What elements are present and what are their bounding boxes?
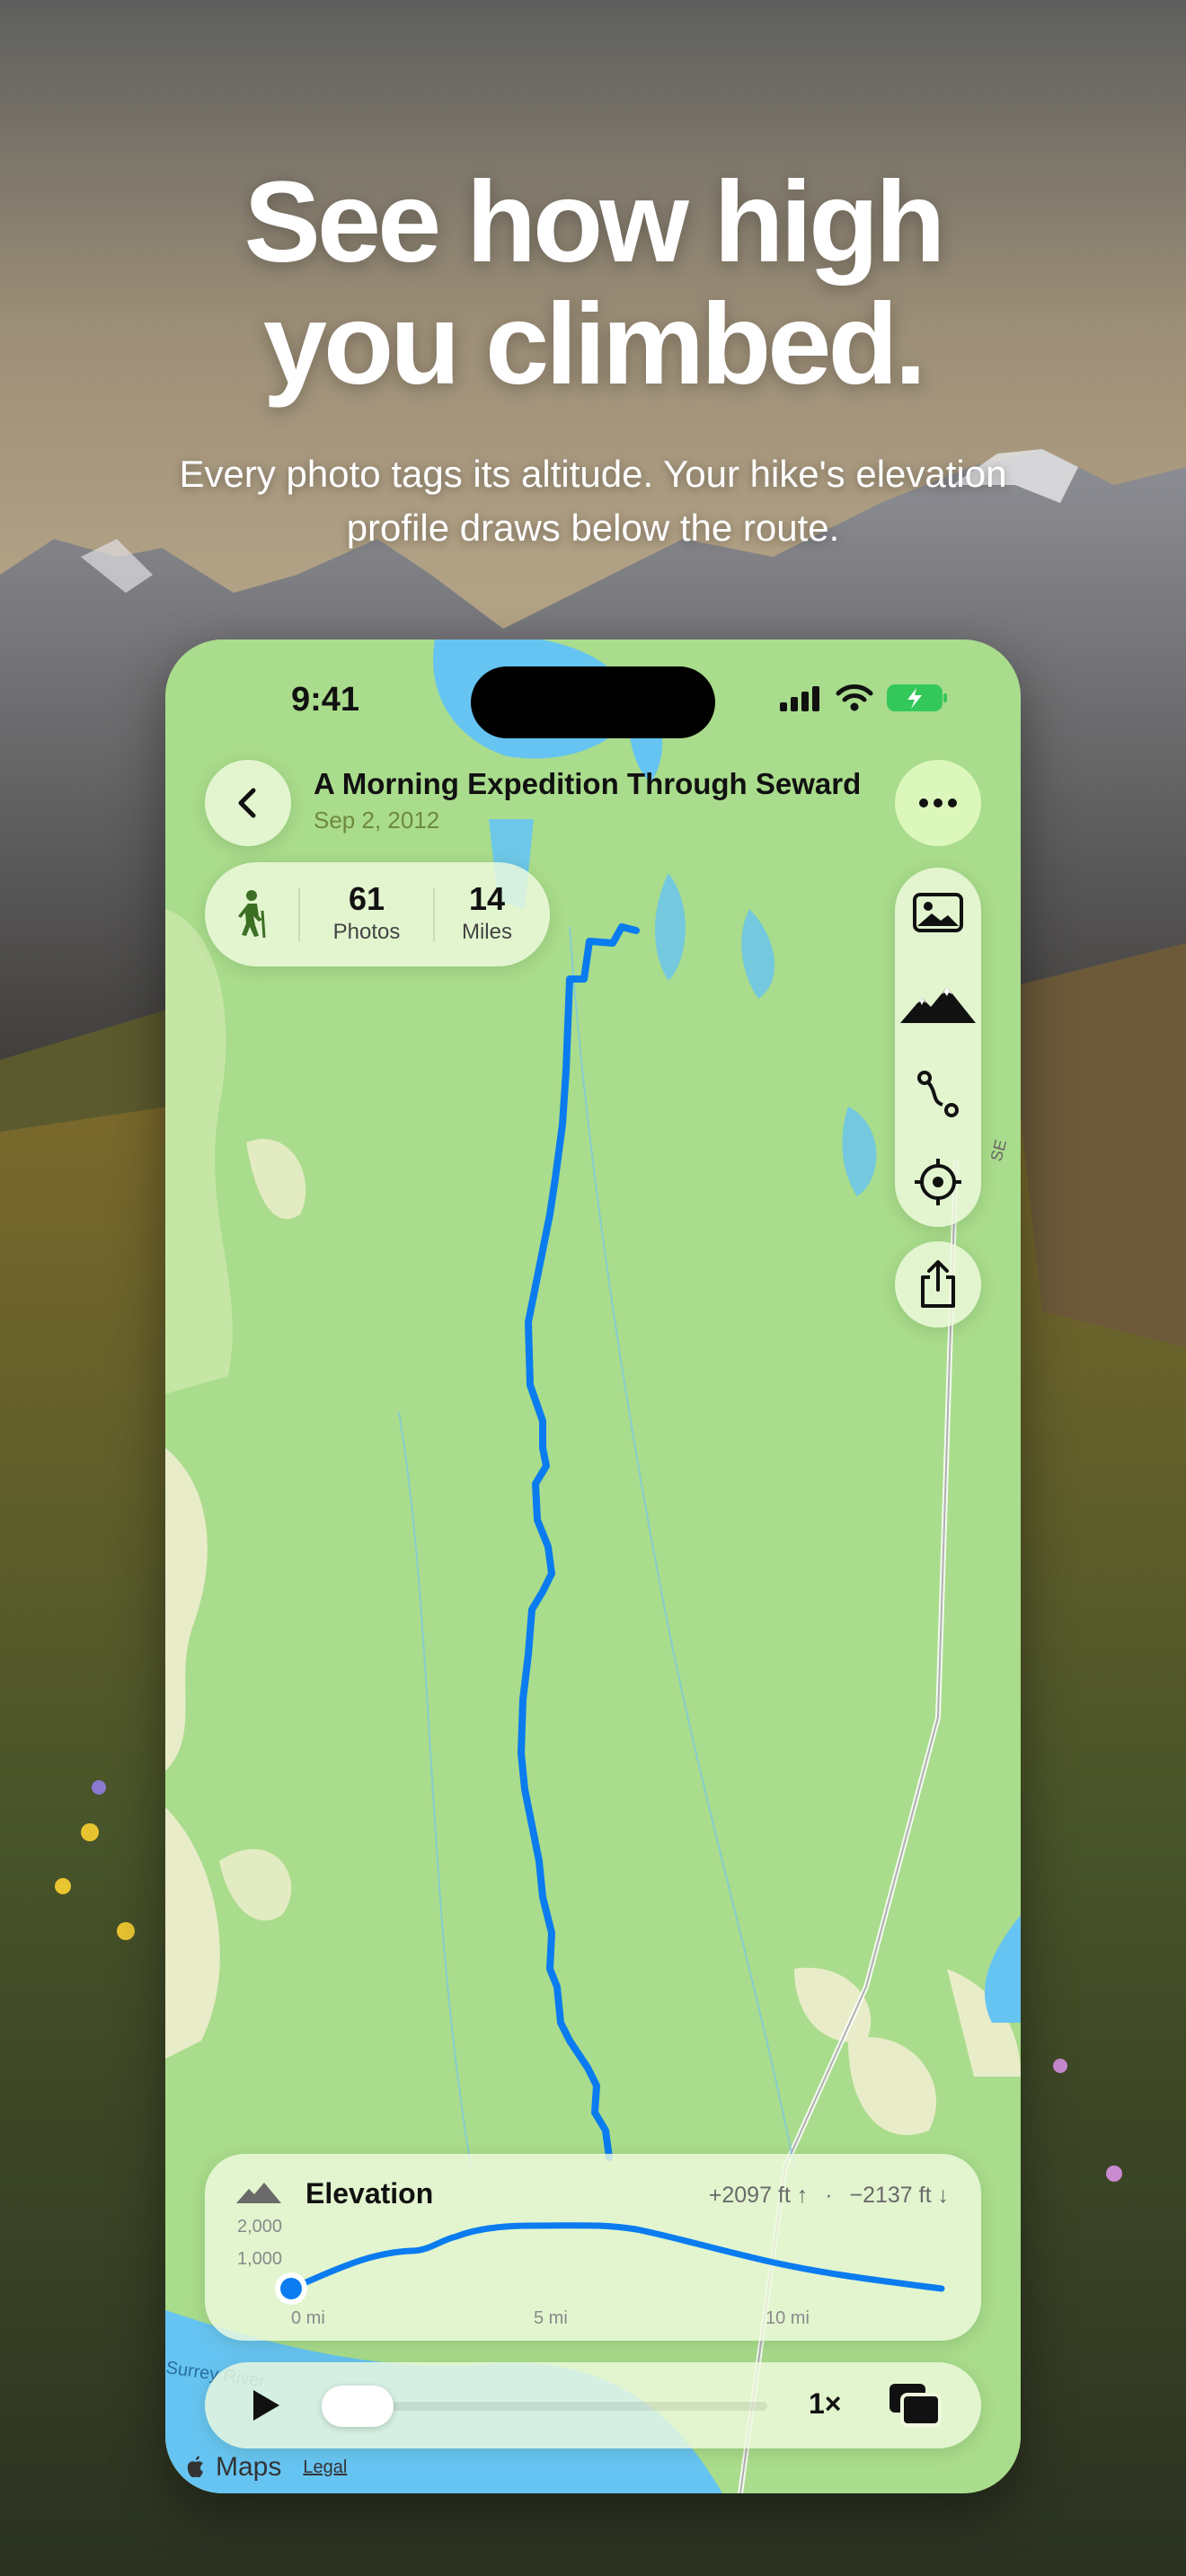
ellipsis-icon: [919, 798, 957, 807]
mountains-icon: [900, 987, 976, 1023]
headline-line-2: you climbed.: [262, 280, 926, 409]
back-button[interactable]: [205, 760, 291, 846]
cellular-signal-icon: [780, 686, 819, 711]
miles-count: 14: [468, 880, 506, 917]
play-icon: [253, 2390, 279, 2421]
play-button[interactable]: [243, 2382, 289, 2429]
subhead-line-1: Every photo tags its altitude. Your hike…: [179, 453, 1007, 495]
hiker-icon: [238, 890, 266, 938]
map-tools: [895, 868, 981, 1227]
share-button[interactable]: [895, 1241, 981, 1328]
chevron-left-icon: [238, 788, 256, 818]
subhead-line-2: profile draws below the route.: [346, 507, 840, 549]
route-toggle-button[interactable]: [895, 1051, 981, 1137]
status-bar: 9:41: [165, 640, 1021, 765]
playback-scrubber-knob[interactable]: [322, 2386, 394, 2427]
elevation-panel[interactable]: Elevation +2097 ft ↑ · −2137 ft ↓ 2,000 …: [205, 2154, 981, 2341]
photos-label: Photos: [332, 920, 401, 944]
stats-divider: [433, 887, 435, 941]
status-time: 9:41: [291, 681, 360, 719]
stats-divider: [298, 887, 300, 941]
status-icons: [780, 683, 949, 713]
photo-icon: [913, 893, 963, 932]
battery-charging-icon: [887, 684, 947, 711]
dynamic-island: [471, 666, 715, 738]
photos-count: 61: [348, 880, 385, 917]
headline-line-1: See how high: [243, 158, 946, 287]
locate-button[interactable]: [895, 1139, 981, 1225]
trip-stats-pill: 61 Photos 14 Miles: [205, 862, 550, 966]
hero-subhead: Every photo tags its altitude. Your hike…: [126, 447, 1060, 555]
wifi-icon: [836, 684, 873, 711]
route-icon: [917, 1071, 959, 1117]
more-button[interactable]: [895, 760, 981, 846]
phone-frame: Surrey River SE 9:41 A Morning Expeditio…: [165, 640, 1021, 2493]
share-icon: [921, 1260, 955, 1308]
map-attribution: Maps Legal: [185, 2452, 347, 2483]
crosshair-locate-icon: [915, 1159, 961, 1205]
photo-cards-icon[interactable]: [888, 2382, 942, 2429]
trip-date: Sep 2, 2012: [314, 807, 440, 834]
legal-link[interactable]: Legal: [303, 2457, 347, 2478]
playback-bar: 1×: [205, 2362, 981, 2448]
hero-headline: See how high you climbed.: [0, 162, 1186, 406]
playback-speed-button[interactable]: 1×: [809, 2387, 841, 2421]
trip-title: A Morning Expedition Through Seward: [314, 767, 862, 800]
elevation-profile-line: [288, 2222, 945, 2292]
elevation-toggle-button[interactable]: [890, 961, 987, 1047]
apple-logo-icon: [187, 2456, 203, 2478]
miles-label: Miles: [461, 920, 512, 944]
photos-toggle-button[interactable]: [895, 869, 981, 956]
maps-wordmark: Maps: [216, 2452, 282, 2482]
